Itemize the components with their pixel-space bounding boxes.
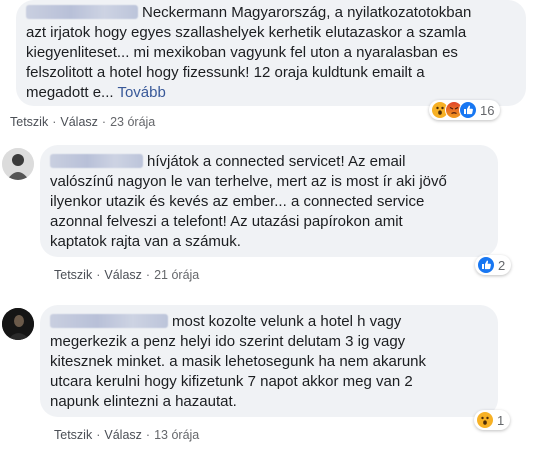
- author-name-blurred[interactable]: [50, 314, 168, 328]
- avatar[interactable]: [2, 308, 34, 340]
- see-more-link[interactable]: Tovább: [117, 84, 165, 101]
- comment-timestamp[interactable]: 21 órája: [154, 268, 199, 282]
- like-link[interactable]: Tetszik: [54, 428, 92, 442]
- comment-text-line: Neckermann Magyarország, a nyilatkozatot…: [26, 3, 471, 23]
- comment-text-line: valószínű nagyon le van terhelve, mert a…: [50, 173, 447, 190]
- like-reaction-icon: [459, 101, 477, 119]
- comment-text-line: ilyenkor utazik és kevés az ember... a c…: [50, 193, 425, 210]
- comment-text-line: napunk elintezni a hazautat.: [50, 393, 237, 410]
- reply-link[interactable]: Válasz: [104, 428, 142, 442]
- reaction-summary[interactable]: 16: [429, 100, 501, 120]
- comment-text-line: azt irjatok hogy egyes szallashelyek ker…: [26, 24, 467, 41]
- comment-text-line: most kozolte velunk a hotel h vagy: [50, 312, 426, 332]
- avatar[interactable]: [2, 148, 34, 180]
- wow-reaction-icon: [476, 411, 494, 429]
- reply-link[interactable]: Válasz: [104, 268, 142, 282]
- comment-timestamp[interactable]: 13 órája: [154, 428, 199, 442]
- like-reaction-icon: [477, 256, 495, 274]
- author-name-blurred[interactable]: [50, 154, 143, 168]
- comment-text-line: azonnal felveszi a telefont! Az utazási …: [50, 213, 403, 230]
- reaction-summary[interactable]: 2: [475, 255, 512, 275]
- reaction-count: 16: [480, 102, 495, 118]
- author-name-blurred[interactable]: [26, 5, 138, 19]
- comment-timestamp[interactable]: 23 órája: [110, 115, 155, 129]
- reply-link[interactable]: Válasz: [60, 115, 98, 129]
- comment-text-line: megadott e... Tovább: [26, 84, 166, 101]
- comment-actions: Tetszik · Válasz · 13 órája: [54, 428, 200, 442]
- reaction-count: 1: [497, 412, 505, 428]
- like-link[interactable]: Tetszik: [54, 268, 92, 282]
- comment-actions: Tetszik · Válasz · 23 órája: [10, 115, 156, 129]
- comment-bubble: most kozolte velunk a hotel h vagy meger…: [40, 305, 498, 417]
- comment-text-line: utcara kerulni hogy kifizetunk 7 napot a…: [50, 373, 413, 390]
- reaction-summary[interactable]: 1: [474, 410, 511, 430]
- like-link[interactable]: Tetszik: [10, 115, 48, 129]
- comment-actions: Tetszik · Válasz · 21 órája: [54, 268, 200, 282]
- comment-bubble: hívjátok a connected servicet! Az email …: [40, 145, 498, 257]
- comment-text-line: kitesznek minket. a masik lehetosegunk h…: [50, 353, 427, 370]
- reaction-count: 2: [498, 257, 506, 273]
- comment-text-line: felszolitott a hotel hogy fizessunk! 12 …: [26, 64, 425, 81]
- comment-text-line: kiegyenliteset... mi mexikoban vagyunk f…: [26, 44, 458, 61]
- comment-text-line: hívjátok a connected servicet! Az email: [50, 152, 447, 172]
- comment-text-line: kaptatok rajta van a számuk.: [50, 233, 241, 250]
- comment-bubble: Neckermann Magyarország, a nyilatkozatot…: [16, 0, 526, 106]
- comment-text-line: megerkezik a penz helyi ido szerint delu…: [50, 333, 406, 350]
